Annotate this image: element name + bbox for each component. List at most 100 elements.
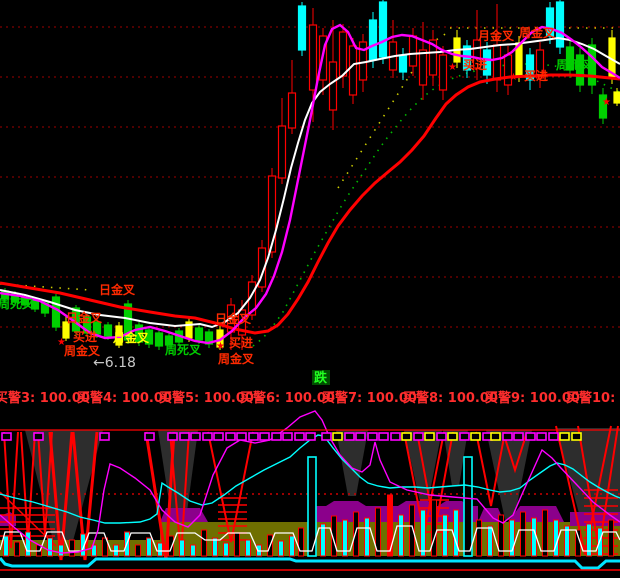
volume-bar bbox=[299, 528, 304, 556]
signal-label: 月金叉 bbox=[112, 330, 150, 345]
signal-label: 日金叉 bbox=[99, 282, 136, 297]
candle bbox=[350, 46, 357, 95]
signal-label: 买进 bbox=[229, 335, 253, 350]
alert-bar: 买警3: 100.00 买警4: 100.00 买警5: 100.00 买警6:… bbox=[0, 387, 620, 405]
candle bbox=[289, 93, 296, 128]
magenta-signal-square bbox=[437, 433, 446, 440]
volume-bar bbox=[158, 543, 163, 556]
volume-bar bbox=[421, 510, 426, 556]
stock-app-screen: ★★★★★周死叉日金叉日金叉买进周金叉月金叉周死叉日金叉买进周金叉月金叉周金叉买… bbox=[0, 0, 620, 578]
candle bbox=[360, 42, 367, 80]
volume-bar bbox=[488, 526, 493, 556]
magenta-signal-square bbox=[391, 433, 400, 440]
volume-bar bbox=[191, 545, 196, 556]
magenta-signal-square bbox=[34, 433, 43, 440]
volume-bar bbox=[180, 540, 185, 556]
candle bbox=[400, 55, 407, 72]
candle bbox=[310, 25, 317, 90]
magenta-signal-square bbox=[306, 433, 315, 440]
buy-star: ★ bbox=[448, 62, 457, 73]
volume-bar bbox=[15, 542, 20, 556]
signal-label: 买进 bbox=[524, 68, 548, 83]
signal-label: 周金叉 bbox=[519, 25, 556, 40]
volume-bar bbox=[477, 520, 482, 556]
volume-bar bbox=[290, 536, 295, 556]
magenta-signal-square bbox=[249, 433, 258, 440]
volume-bar bbox=[147, 538, 152, 556]
volume-bar bbox=[365, 518, 370, 556]
volume-bar bbox=[59, 545, 64, 556]
volume-bar-tall bbox=[464, 457, 472, 556]
volume-bar bbox=[224, 543, 229, 556]
yellow-signal-square bbox=[491, 433, 500, 440]
magenta-signal-square bbox=[295, 433, 304, 440]
candle bbox=[614, 92, 620, 103]
volume-bar bbox=[26, 532, 31, 556]
volume-bar bbox=[202, 530, 207, 556]
volume-bar bbox=[169, 536, 174, 556]
magenta-signal-square bbox=[322, 433, 331, 440]
buy-star: ★ bbox=[216, 341, 225, 352]
magenta-signal-square bbox=[272, 433, 281, 440]
magenta-signal-square bbox=[356, 433, 365, 440]
candle bbox=[380, 2, 387, 57]
candle bbox=[299, 6, 306, 50]
candle bbox=[279, 126, 286, 178]
magenta-signal-square bbox=[503, 433, 512, 440]
candle bbox=[156, 333, 163, 346]
signal-label: 日金叉 bbox=[66, 310, 103, 325]
signal-label: 周死叉 bbox=[165, 343, 202, 357]
magenta-signal-square bbox=[460, 433, 469, 440]
candle bbox=[196, 328, 203, 340]
candle bbox=[410, 36, 417, 66]
buy-star: ★ bbox=[509, 72, 518, 83]
alert-item: 买警10: 100.00 bbox=[566, 387, 620, 406]
drop-label: 跌 bbox=[314, 370, 328, 386]
magenta-signal-square bbox=[514, 433, 523, 440]
signal-label: 日金叉 bbox=[215, 311, 252, 326]
volume-bar bbox=[609, 520, 614, 556]
yellow-signal-square bbox=[448, 433, 457, 440]
yellow-signal-square bbox=[560, 433, 569, 440]
candle bbox=[494, 45, 501, 80]
magenta-signal-square bbox=[226, 433, 235, 440]
magenta-signal-square bbox=[214, 433, 223, 440]
volume-bar bbox=[213, 538, 218, 556]
volume-bar bbox=[4, 536, 9, 556]
alert-item: 买警4: 100.00 bbox=[77, 387, 172, 406]
candle bbox=[370, 20, 377, 60]
volume-bar bbox=[48, 538, 53, 556]
candle bbox=[557, 2, 564, 47]
magenta-signal-square bbox=[379, 433, 388, 440]
volume-bar bbox=[70, 540, 75, 556]
signal-label: 买进 bbox=[73, 329, 97, 344]
alert-item: 买警8: 100.00 bbox=[403, 387, 498, 406]
yellow-signal-square bbox=[572, 433, 581, 440]
magenta-signal-square bbox=[345, 433, 354, 440]
buy-star: ★ bbox=[602, 97, 611, 108]
candle bbox=[53, 297, 60, 327]
magenta-signal-square bbox=[414, 433, 423, 440]
magenta-signal-square bbox=[2, 433, 11, 440]
signal-label: 周死叉 bbox=[0, 297, 35, 311]
yellow-signal-square bbox=[425, 433, 434, 440]
volume-bar bbox=[321, 524, 326, 556]
magenta-signal-square bbox=[537, 433, 546, 440]
alert-item: 买警6: 100.00 bbox=[240, 387, 335, 406]
chart-canvas[interactable]: ★★★★★周死叉日金叉日金叉买进周金叉月金叉周死叉日金叉买进周金叉月金叉周金叉买… bbox=[0, 0, 620, 578]
candle bbox=[330, 62, 337, 110]
signal-label: 周金叉 bbox=[218, 351, 255, 366]
magenta-signal-square bbox=[368, 433, 377, 440]
yellow-signal-square bbox=[402, 433, 411, 440]
volume-bar bbox=[432, 500, 437, 556]
yellow-signal-square bbox=[333, 433, 342, 440]
signal-label: 月金叉 bbox=[477, 28, 515, 43]
magenta-signal-square bbox=[260, 433, 269, 440]
volume-bar bbox=[246, 540, 251, 556]
volume-bar bbox=[443, 515, 448, 556]
magenta-signal-square bbox=[237, 433, 246, 440]
signal-label: 买进 bbox=[463, 57, 487, 72]
magenta-signal-square bbox=[100, 433, 109, 440]
magenta-signal-square bbox=[145, 433, 154, 440]
volume-bar bbox=[279, 541, 284, 556]
